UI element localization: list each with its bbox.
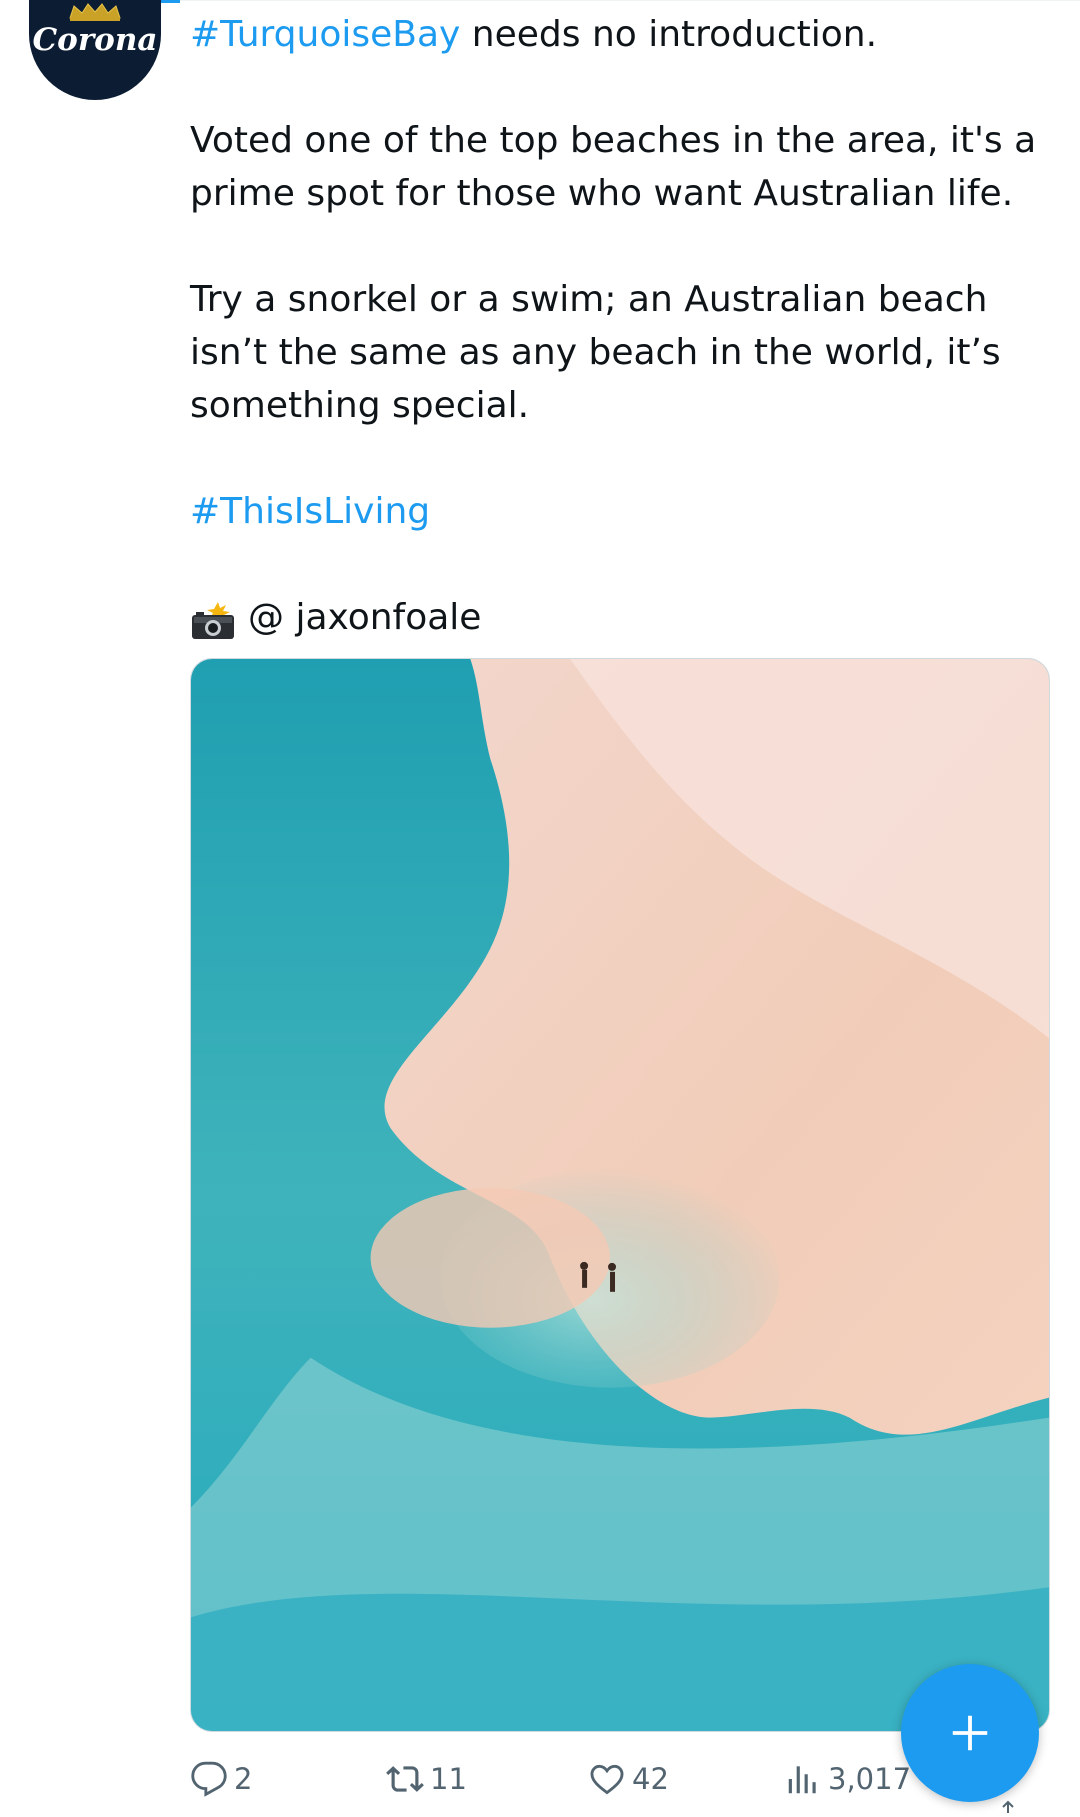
crown-icon <box>69 3 121 21</box>
reply-icon <box>191 1761 227 1797</box>
heart-icon <box>590 1764 624 1795</box>
like-button[interactable]: 42 <box>588 1760 669 1798</box>
photo-credit-handle[interactable]: @ jaxonfoale <box>248 591 481 644</box>
tweet-paragraph-3: Try a snorkel or a swim; an Australian b… <box>190 279 1001 426</box>
camera-flash-icon <box>192 601 234 639</box>
views-count: 3,017 <box>828 1762 912 1796</box>
photo-credit-line: @ jaxonfoale <box>190 591 1050 644</box>
tweet-line-1-text: needs no introduction. <box>460 14 878 55</box>
tweet-photo[interactable] <box>190 658 1050 1732</box>
hashtag-thisisliving[interactable]: #ThisIsLiving <box>190 491 430 532</box>
hashtag-turquoisebay[interactable]: #TurquoiseBay <box>190 14 460 55</box>
retweet-count: 11 <box>430 1762 467 1796</box>
top-divider <box>180 0 1080 1</box>
compose-tweet-button[interactable] <box>901 1664 1039 1802</box>
tweet-line-1: #TurquoiseBay needs no introduction. <box>190 8 1050 61</box>
tweet-body: #TurquoiseBay needs no introduction. Vot… <box>190 8 1050 644</box>
retweet-icon <box>386 1766 424 1792</box>
author-avatar[interactable]: Corona <box>29 0 161 100</box>
retweet-button[interactable]: 11 <box>386 1760 467 1798</box>
views-button[interactable]: 3,017 <box>784 1760 911 1798</box>
views-icon <box>788 1766 816 1794</box>
like-count: 42 <box>632 1762 669 1796</box>
share-icon[interactable] <box>1000 1798 1016 1813</box>
reply-button[interactable]: 2 <box>190 1760 252 1798</box>
tweet-paragraph-2: Voted one of the top beaches in the area… <box>190 120 1037 214</box>
avatar-logo-text: Corona <box>32 22 158 58</box>
reply-count: 2 <box>234 1762 253 1796</box>
beach-aerial-image <box>191 659 1049 1731</box>
plus-icon <box>952 1715 988 1751</box>
